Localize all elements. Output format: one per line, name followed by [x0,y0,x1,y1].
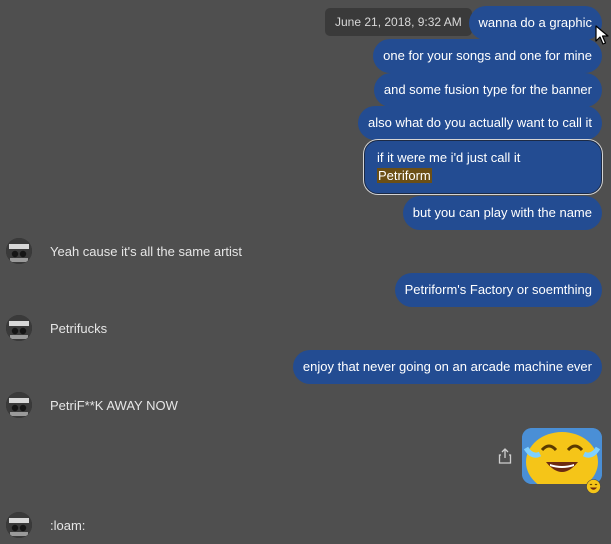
outgoing-message-selected[interactable]: if it were me i'd just call it Petriform [364,140,602,194]
avatar[interactable] [6,238,32,264]
avatar[interactable] [6,512,32,538]
mouse-pointer-icon [595,25,609,45]
outgoing-message[interactable]: enjoy that never going on an arcade mach… [292,350,602,384]
outgoing-message[interactable]: and some fusion type for the banner [373,73,602,107]
outgoing-message[interactable]: also what do you actually want to call i… [357,106,602,140]
search-highlight: Petriform [377,168,432,183]
laughing-face-reaction[interactable] [586,479,601,494]
outgoing-message[interactable]: Petriform's Factory or soemthing [394,273,602,307]
share-icon[interactable] [498,448,512,464]
outgoing-message[interactable]: one for your songs and one for mine [373,39,602,73]
incoming-message-text: :loam: [50,517,86,533]
incoming-message[interactable]: PetriF**K AWAY NOW [6,391,178,419]
incoming-message[interactable]: :loam: [6,511,85,539]
incoming-message-text: Petrifucks [50,320,108,336]
avatar[interactable] [6,315,32,341]
laughing-crying-sticker[interactable] [522,428,602,484]
incoming-message[interactable]: Yeah cause it's all the same artist [6,237,242,265]
message-timestamp-tooltip: June 21, 2018, 9:32 AM [325,8,472,36]
incoming-message-text: Yeah cause it's all the same artist [50,243,243,259]
outgoing-message[interactable]: but you can play with the name [402,196,602,230]
incoming-message[interactable]: Petrifucks [6,314,107,342]
message-text: if it were me i'd just call it [377,150,521,165]
outgoing-message[interactable]: wanna do a graphic [468,6,602,40]
chat-thread: June 21, 2018, 9:32 AM wanna do a graphi… [0,0,611,544]
avatar[interactable] [6,392,32,418]
incoming-message-text: PetriF**K AWAY NOW [50,397,178,413]
